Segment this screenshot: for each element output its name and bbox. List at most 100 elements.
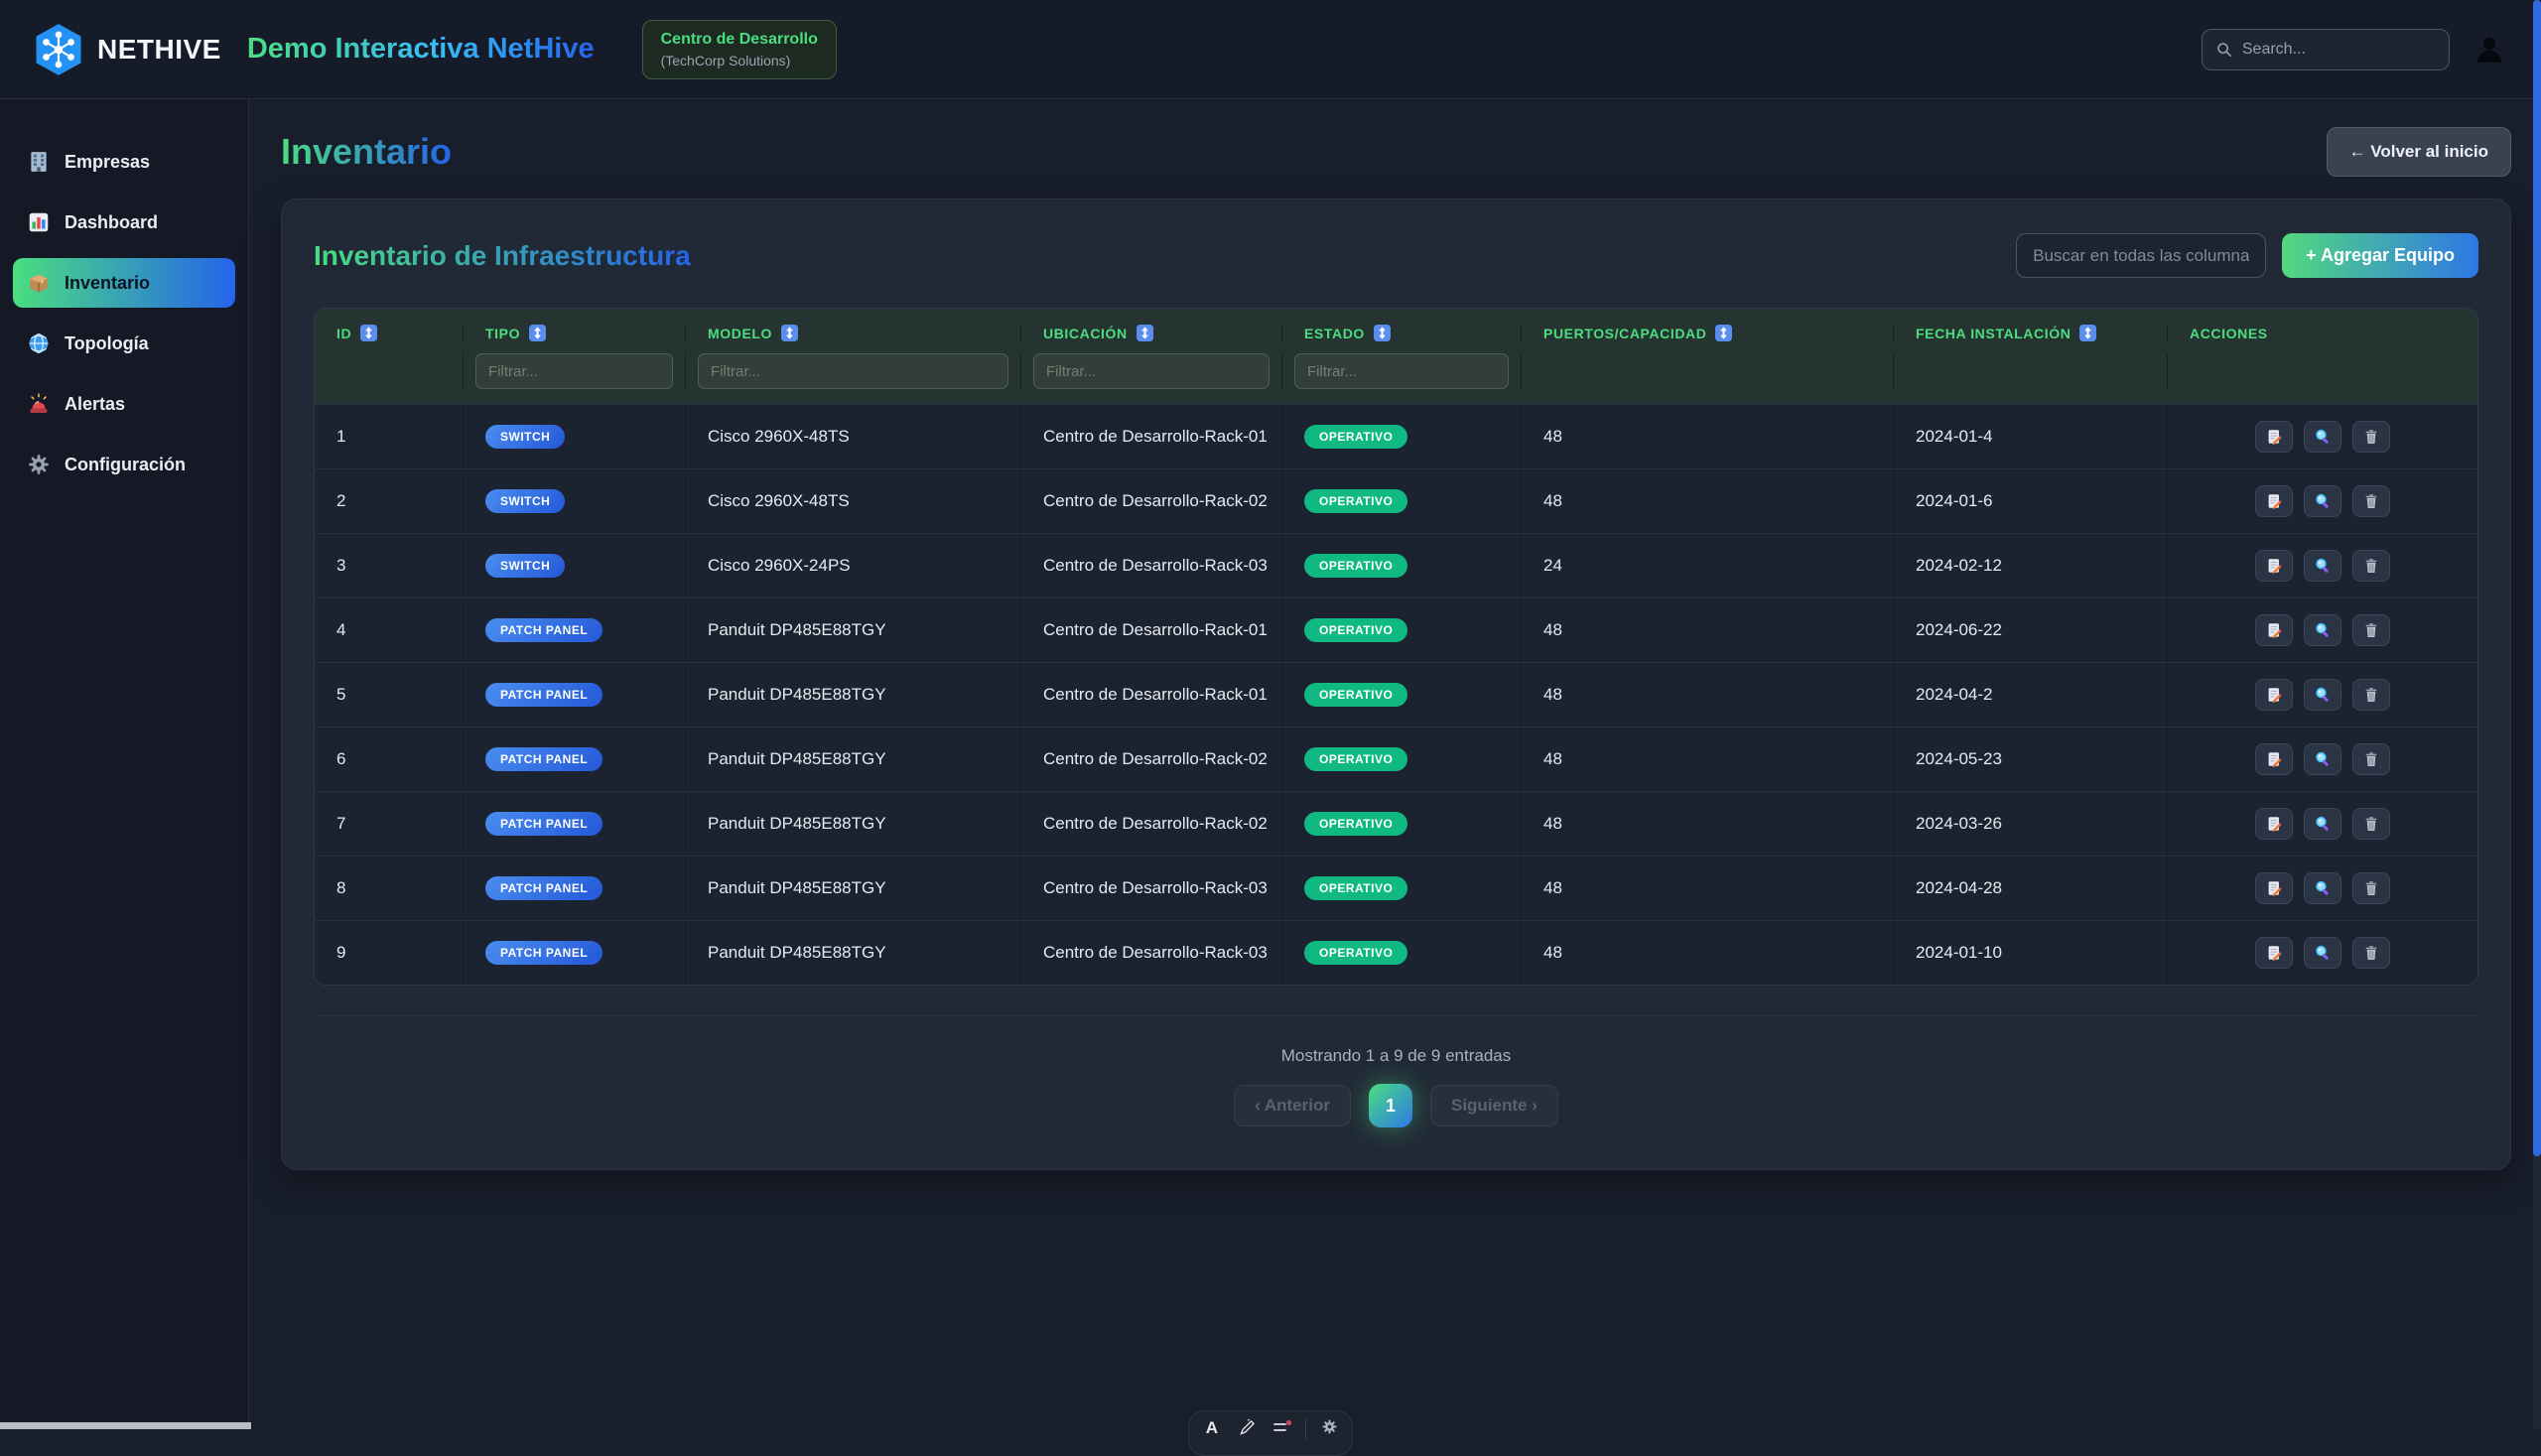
filter-input-estado[interactable]: [1294, 353, 1509, 389]
delete-button[interactable]: [2352, 485, 2390, 517]
inventory-card: Inventario de Infraestructura + Agregar …: [281, 199, 2511, 1170]
filter-input-tipo[interactable]: [475, 353, 673, 389]
column-header-acciones: ACCIONES: [2168, 325, 2477, 341]
cell-estado: OPERATIVO: [1282, 598, 1522, 662]
font-size-button[interactable]: A: [1199, 1418, 1225, 1438]
sidebar: Empresas Dashboard Inventario Topología: [0, 100, 249, 1429]
table-global-search-input[interactable]: [2016, 233, 2266, 278]
table-row: 5 PATCH PANEL Panduit DP485E88TGY Centro…: [315, 662, 2477, 727]
delete-button[interactable]: [2352, 421, 2390, 453]
trash-icon: [2362, 428, 2380, 446]
page-title: Inventario: [281, 131, 452, 173]
current-page-button[interactable]: 1: [1369, 1084, 1412, 1127]
sort-icon[interactable]: [781, 325, 798, 341]
table-header: ID TIPO MODELO UBICACIÓN: [315, 309, 2477, 404]
sort-icon[interactable]: [529, 325, 546, 341]
package-icon: [27, 271, 51, 295]
alarm-light-icon: [27, 392, 51, 416]
sidebar-item-alertas[interactable]: Alertas: [13, 379, 235, 429]
memo-edit-icon: [2265, 750, 2283, 768]
trash-icon: [2362, 686, 2380, 704]
previous-page-button[interactable]: ‹ Anterior: [1234, 1085, 1351, 1126]
edit-button[interactable]: [2255, 679, 2293, 711]
filter-cell-puertos: [1522, 353, 1894, 389]
cell-estado: OPERATIVO: [1282, 857, 1522, 920]
app-title: Demo Interactiva NetHive: [247, 33, 595, 66]
view-button[interactable]: [2304, 743, 2341, 775]
column-header-estado[interactable]: ESTADO: [1282, 325, 1522, 341]
status-badge: OPERATIVO: [1304, 747, 1407, 771]
filter-input-modelo[interactable]: [698, 353, 1008, 389]
view-button[interactable]: [2304, 550, 2341, 582]
sidebar-item-inventario[interactable]: Inventario: [13, 258, 235, 308]
view-button[interactable]: [2304, 485, 2341, 517]
sort-icon[interactable]: [1374, 325, 1391, 341]
vertical-scrollbar-thumb[interactable]: [2533, 0, 2541, 1156]
table-row: 4 PATCH PANEL Panduit DP485E88TGY Centro…: [315, 597, 2477, 662]
magnifier-icon: [2314, 492, 2332, 510]
view-button[interactable]: [2304, 872, 2341, 904]
edit-button[interactable]: [2255, 872, 2293, 904]
column-header-puertos[interactable]: PUERTOS/CAPACIDAD: [1522, 325, 1894, 341]
edit-button[interactable]: [2255, 937, 2293, 969]
edit-button[interactable]: [2255, 808, 2293, 840]
status-badge: OPERATIVO: [1304, 618, 1407, 642]
filter-input-ubicacion[interactable]: [1033, 353, 1270, 389]
back-to-home-button[interactable]: ← Volver al inicio: [2327, 127, 2511, 177]
cell-acciones: [2168, 405, 2477, 468]
edit-button[interactable]: [2255, 614, 2293, 646]
column-header-id[interactable]: ID: [315, 325, 464, 341]
search-input[interactable]: [2242, 41, 2435, 59]
column-header-tipo[interactable]: TIPO: [464, 325, 686, 341]
org-name: Centro de Desarrollo: [661, 31, 818, 49]
cell-ubicacion: Centro de Desarrollo-Rack-03: [1021, 534, 1282, 597]
sidebar-item-empresas[interactable]: Empresas: [13, 137, 235, 187]
sidebar-item-topologia[interactable]: Topología: [13, 319, 235, 368]
delete-button[interactable]: [2352, 743, 2390, 775]
view-button[interactable]: [2304, 679, 2341, 711]
delete-button[interactable]: [2352, 679, 2390, 711]
view-button[interactable]: [2304, 421, 2341, 453]
user-avatar-icon[interactable]: [2472, 32, 2507, 67]
edit-button[interactable]: [2255, 421, 2293, 453]
table-row: 7 PATCH PANEL Panduit DP485E88TGY Centro…: [315, 791, 2477, 856]
edit-button[interactable]: [2255, 485, 2293, 517]
cell-ubicacion: Centro de Desarrollo-Rack-03: [1021, 857, 1282, 920]
view-button[interactable]: [2304, 614, 2341, 646]
floating-toolbar: A: [1188, 1410, 1353, 1456]
delete-button[interactable]: [2352, 937, 2390, 969]
delete-button[interactable]: [2352, 808, 2390, 840]
edit-button[interactable]: [2255, 550, 2293, 582]
delete-button[interactable]: [2352, 614, 2390, 646]
column-header-fecha[interactable]: FECHA INSTALACIÓN: [1894, 325, 2168, 341]
cell-acciones: [2168, 921, 2477, 985]
view-button[interactable]: [2304, 937, 2341, 969]
top-bar: NETHIVE Demo Interactiva NetHive Centro …: [0, 0, 2541, 99]
sort-icon[interactable]: [1137, 325, 1153, 341]
cell-id: 3: [315, 534, 464, 597]
column-header-modelo[interactable]: MODELO: [686, 325, 1021, 341]
delete-button[interactable]: [2352, 550, 2390, 582]
sort-icon[interactable]: [1715, 325, 1732, 341]
cell-ubicacion: Centro de Desarrollo-Rack-02: [1021, 792, 1282, 856]
column-header-ubicacion[interactable]: UBICACIÓN: [1021, 325, 1282, 341]
cell-puertos: 48: [1522, 857, 1894, 920]
cell-id: 2: [315, 469, 464, 533]
sidebar-item-label: Alertas: [65, 394, 125, 415]
toolbar-gear-button[interactable]: [1316, 1418, 1342, 1435]
horizontal-scrollbar[interactable]: [0, 1422, 251, 1429]
settings-sliders-button[interactable]: [1270, 1418, 1295, 1436]
next-page-button[interactable]: Siguiente ›: [1430, 1085, 1558, 1126]
cell-puertos: 48: [1522, 469, 1894, 533]
sort-icon[interactable]: [360, 325, 377, 341]
main-content: Inventario ← Volver al inicio Inventario…: [250, 100, 2541, 1429]
sidebar-item-dashboard[interactable]: Dashboard: [13, 198, 235, 247]
add-equipment-button[interactable]: + Agregar Equipo: [2282, 233, 2478, 278]
pen-tool-button[interactable]: [1235, 1418, 1261, 1436]
type-badge: PATCH PANEL: [485, 812, 602, 836]
view-button[interactable]: [2304, 808, 2341, 840]
edit-button[interactable]: [2255, 743, 2293, 775]
delete-button[interactable]: [2352, 872, 2390, 904]
sort-icon[interactable]: [2079, 325, 2096, 341]
sidebar-item-configuracion[interactable]: Configuración: [13, 440, 235, 489]
